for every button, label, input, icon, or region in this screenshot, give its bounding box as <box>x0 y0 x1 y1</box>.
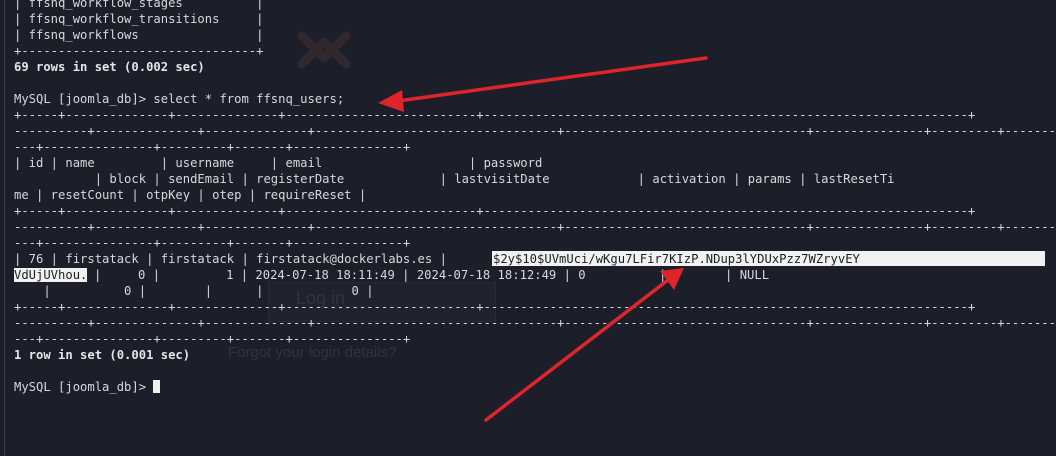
table-border: ---+---------------+---------+-------+--… <box>14 332 411 346</box>
table-border: ---+---------------+---------+-------+--… <box>14 140 411 154</box>
table-border: +-----+--------------+--------------+---… <box>14 108 976 122</box>
table-row: | 76 | firstatack | firstatack | firstat… <box>14 252 455 266</box>
table-border: +-----+--------------+--------------+---… <box>14 204 976 218</box>
table-header: | block | sendEmail | registerDate | las… <box>14 172 895 186</box>
text-cursor <box>153 380 161 393</box>
arrow-to-hash <box>484 268 684 422</box>
table-row: | 0 | 1 | 2024-07-18 18:11:49 | 2024-07-… <box>94 268 770 282</box>
table-border: +-----+--------------+--------------+---… <box>14 300 976 314</box>
terminal-line: | ffsnq_workflow_stages | <box>14 0 264 10</box>
window-border <box>4 0 5 456</box>
terminal-line: | ffsnq_workflows | <box>14 28 264 42</box>
table-header: | id | name | username | email | passwor… <box>14 156 543 170</box>
result-summary: 1 row in set (0.001 sec) <box>14 348 191 362</box>
arrow-to-command <box>378 56 708 112</box>
terminal-line: +--------------------------------+ <box>14 44 264 58</box>
terminal-line: | ffsnq_workflow_transitions | <box>14 12 264 26</box>
table-row: | 0 | | | 0 | <box>14 284 374 298</box>
table-border: ----------+--------------+--------------… <box>14 124 1056 138</box>
table-border: ----------+--------------+--------------… <box>14 220 1056 234</box>
joomla-logo-ghost <box>297 31 351 69</box>
sql-prompt[interactable]: MySQL [joomla_db]> <box>14 379 161 395</box>
table-border: ---+---------------+---------+-------+--… <box>14 236 411 250</box>
result-summary: 69 rows in set (0.002 sec) <box>14 60 205 74</box>
password-hash-selected-cont[interactable]: VdUjUVhou. <box>14 267 88 283</box>
terminal-window[interactable]: Log in Forgot your login details? | ffsn… <box>0 0 1056 456</box>
table-header: me | resetCount | otpKey | otep | requir… <box>14 188 367 202</box>
password-hash-selected[interactable]: $2y$10$UVmUci/wKgu7LFir7KIzP.NDup3lYDUxP… <box>493 251 860 267</box>
table-border: ----------+--------------+--------------… <box>14 316 1056 330</box>
sql-prompt-command: MySQL [joomla_db]> select * from ffsnq_u… <box>14 92 345 106</box>
